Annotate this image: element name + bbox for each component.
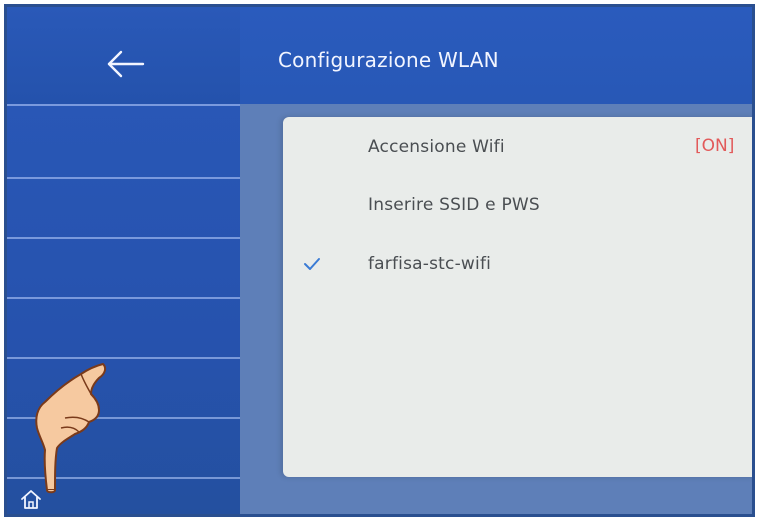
wifi-power-label: Accensione Wifi [368,137,505,157]
device-screen: Configurazione WLAN Accensione Wifi [ON]… [4,4,755,517]
check-icon [304,258,320,270]
arrow-left-icon[interactable] [103,49,147,79]
wifi-power-status[interactable]: [ON] [695,136,734,156]
home-icon[interactable] [20,488,42,510]
pointing-hand-icon [35,363,107,494]
network-name-label: farfisa-stc-wifi [368,254,492,274]
sidebar-divider [7,297,240,299]
page-title: Configurazione WLAN [278,48,499,72]
sidebar-divider [7,237,240,239]
sidebar-divider [7,357,240,359]
sidebar-divider [7,104,240,106]
ssid-pws-label: Inserire SSID e PWS [368,195,540,215]
settings-panel [283,117,752,477]
sidebar-divider [7,177,240,179]
